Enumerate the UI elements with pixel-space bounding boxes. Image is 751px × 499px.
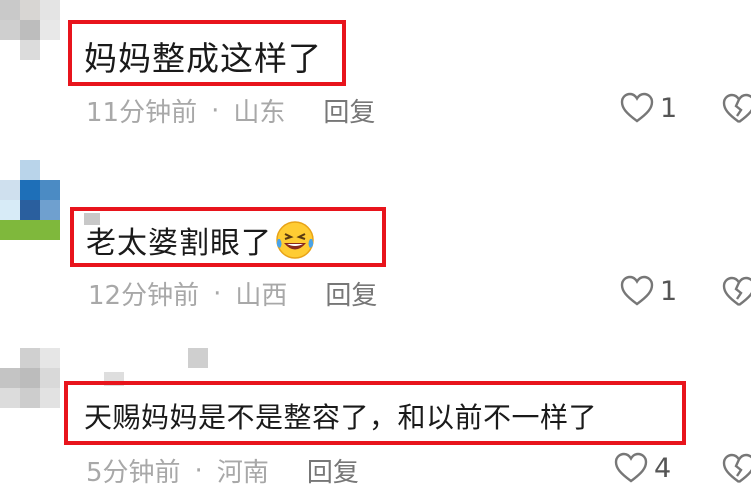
like-count: 1 <box>660 92 678 124</box>
like-button[interactable]: 1 <box>620 92 677 124</box>
reply-button[interactable]: 回复 <box>307 452 359 489</box>
reply-button[interactable]: 回复 <box>325 275 377 312</box>
comment-meta: 11分钟前 · 山东 回复 <box>86 92 375 129</box>
heart-outline-icon <box>620 92 654 123</box>
heart-outline-icon <box>614 452 648 483</box>
comment-time: 11分钟前 <box>86 98 198 128</box>
comment-text: 老太婆割眼了 <box>86 218 316 262</box>
comment-text: 天赐妈妈是不是整容了，和以前不一样了 <box>84 401 598 434</box>
broken-heart-icon[interactable] <box>722 93 751 125</box>
like-button[interactable]: 4 <box>614 452 671 484</box>
comment-meta: 5分钟前 · 河南 回复 <box>86 452 359 489</box>
reply-button[interactable]: 回复 <box>323 92 375 129</box>
broken-heart-icon[interactable] <box>722 276 751 308</box>
comment-location: 山西 <box>235 281 288 311</box>
blurred-pixel <box>188 348 208 368</box>
like-count: 4 <box>654 452 672 484</box>
separator-dot: · <box>194 455 203 486</box>
comment-text-content: 老太婆割眼了 <box>86 226 272 261</box>
avatar[interactable] <box>0 160 60 240</box>
comment-text: 妈妈整成这样了 <box>84 39 322 78</box>
separator-dot: · <box>211 95 220 126</box>
laughing-crying-emoji <box>276 221 314 259</box>
comment-location: 河南 <box>216 458 269 488</box>
comment-time: 12分钟前 <box>88 281 200 311</box>
like-count: 1 <box>660 275 678 307</box>
heart-outline-icon <box>620 275 654 306</box>
comment-location: 山东 <box>233 98 286 128</box>
broken-heart-icon[interactable] <box>722 453 751 485</box>
comment-meta: 12分钟前 · 山西 回复 <box>88 275 377 312</box>
avatar[interactable] <box>0 348 60 408</box>
comment-time: 5分钟前 <box>86 458 181 488</box>
avatar[interactable] <box>0 0 60 60</box>
like-button[interactable]: 1 <box>620 275 677 307</box>
separator-dot: · <box>213 278 222 309</box>
